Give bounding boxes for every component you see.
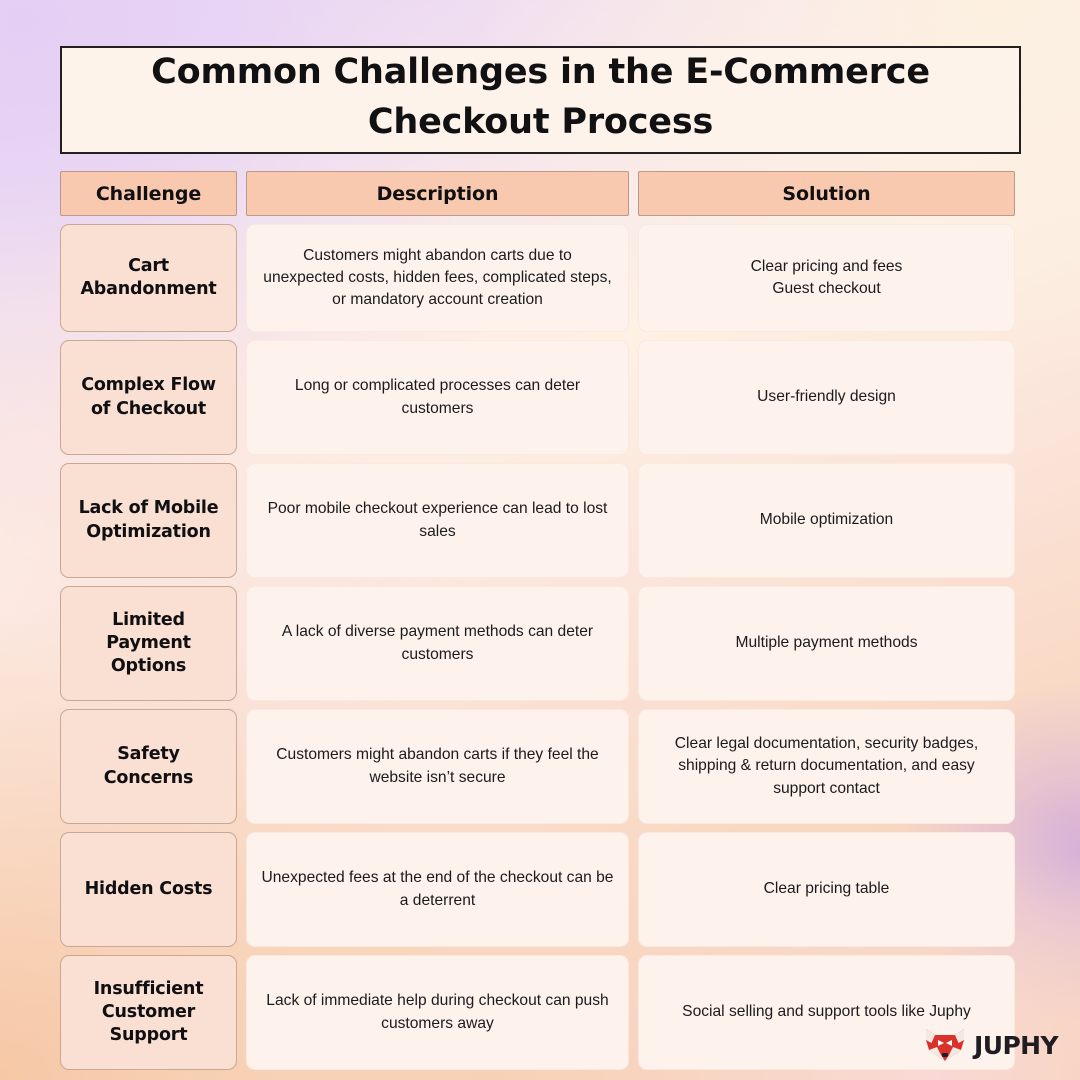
table-row: Insufficient Customer Support Lack of im… — [60, 955, 1021, 1070]
description-text: Customers might abandon carts due to une… — [263, 246, 612, 309]
challenge-cell: Complex Flow of Checkout — [60, 340, 237, 455]
solution-text: Clear legal documentation, security badg… — [674, 735, 979, 797]
description-cell: Long or complicated processes can deter … — [246, 340, 629, 455]
challenge-cell: Hidden Costs — [60, 832, 237, 947]
column-header-solution: Solution — [638, 171, 1015, 216]
solution-text: Mobile optimization — [759, 511, 894, 529]
solution-text: Multiple payment methods — [735, 634, 918, 652]
solution-cell: User-friendly design — [638, 340, 1015, 455]
table-row: Lack of Mobile Optimization Poor mobile … — [60, 463, 1021, 578]
table-row: Complex Flow of Checkout Long or complic… — [60, 340, 1021, 455]
page-title-line-1: Common Challenges in the E-Commerce — [151, 52, 930, 93]
description-cell: Customers might abandon carts if they fe… — [246, 709, 629, 824]
challenge-label: Insufficient Customer Support — [93, 978, 204, 1046]
challenge-label: Cart Abandonment — [80, 255, 217, 299]
description-text: Lack of immediate help during checkout c… — [266, 992, 609, 1032]
solution-cell: Clear legal documentation, security badg… — [638, 709, 1015, 824]
column-header-solution-label: Solution — [782, 182, 871, 205]
column-header-challenge: Challenge — [60, 171, 237, 216]
solution-text: Social selling and support tools like Ju… — [682, 1003, 971, 1021]
description-cell: A lack of diverse payment methods can de… — [246, 586, 629, 701]
solution-text: User-friendly design — [757, 388, 896, 406]
table-row: Hidden Costs Unexpected fees at the end … — [60, 832, 1021, 947]
challenge-cell: Lack of Mobile Optimization — [60, 463, 237, 578]
table-row: Limited Payment Options A lack of divers… — [60, 586, 1021, 701]
page-title-line-2: Checkout Process — [367, 102, 714, 142]
challenge-label: Complex Flow of Checkout — [81, 375, 216, 419]
challenge-label: Lack of Mobile Optimization — [78, 498, 219, 542]
solution-cell: Multiple payment methods — [638, 586, 1015, 701]
column-header-challenge-label: Challenge — [95, 182, 202, 205]
description-cell: Lack of immediate help during checkout c… — [246, 955, 629, 1070]
challenge-label: Hidden Costs — [84, 878, 213, 899]
solution-cell: Mobile optimization — [638, 463, 1015, 578]
description-cell: Poor mobile checkout experience can lead… — [246, 463, 629, 578]
description-text: Unexpected fees at the end of the checko… — [261, 869, 614, 909]
solution-text: Clear pricing and fees Guest checkout — [750, 257, 903, 297]
fox-head-icon — [926, 1029, 965, 1061]
brand-name: JUPHY — [974, 1030, 1059, 1060]
description-text: Poor mobile checkout experience can lead… — [267, 500, 608, 540]
table-row: Safety Concerns Customers might abandon … — [60, 709, 1021, 824]
table-row: Cart Abandonment Customers might abandon… — [60, 224, 1021, 332]
brand-footer: JUPHY — [925, 1028, 1059, 1062]
page-title: Common Challenges in the E-Commerce Chec… — [60, 46, 1021, 154]
challenge-cell: Insufficient Customer Support — [60, 955, 237, 1070]
description-text: A lack of diverse payment methods can de… — [281, 623, 594, 663]
challenge-label: Limited Payment Options — [106, 609, 191, 677]
description-cell: Unexpected fees at the end of the checko… — [246, 832, 629, 947]
column-header-description-label: Description — [376, 182, 499, 205]
challenge-cell: Cart Abandonment — [60, 224, 237, 332]
challenge-cell: Safety Concerns — [60, 709, 237, 824]
challenge-label: Safety Concerns — [103, 744, 194, 788]
table-header-row: Challenge Description Solution — [60, 171, 1021, 216]
solution-cell: Clear pricing and fees Guest checkout — [638, 224, 1015, 332]
challenges-table: Challenge Description Solution Cart Aban… — [60, 171, 1021, 1070]
challenge-cell: Limited Payment Options — [60, 586, 237, 701]
page-title-text: Common Challenges in the E-Commerce Chec… — [151, 48, 930, 147]
solution-text: Clear pricing table — [763, 880, 890, 898]
infographic-page: Common Challenges in the E-Commerce Chec… — [0, 0, 1080, 1080]
description-cell: Customers might abandon carts due to une… — [246, 224, 629, 332]
solution-cell: Clear pricing table — [638, 832, 1015, 947]
column-header-description: Description — [246, 171, 629, 216]
description-text: Long or complicated processes can deter … — [294, 377, 581, 417]
description-text: Customers might abandon carts if they fe… — [276, 746, 599, 786]
